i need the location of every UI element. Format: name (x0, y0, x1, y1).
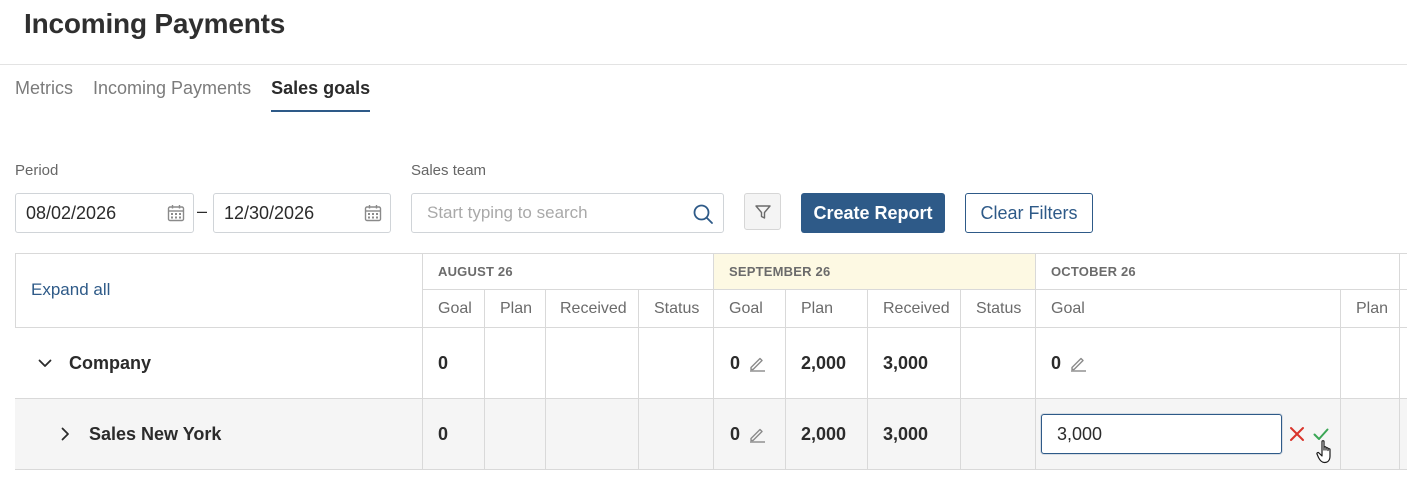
month-header-october: OCTOBER 26 (1051, 264, 1136, 279)
title-divider (0, 64, 1407, 65)
sales-goals-table: Expand all AUGUST 26 SEPTEMBER 26 OCTOBE… (15, 253, 1407, 470)
cell-goal: 0 (438, 423, 449, 444)
column-header-status: Status (654, 299, 700, 317)
pencil-icon[interactable] (748, 354, 766, 372)
pencil-icon[interactable] (748, 425, 766, 443)
expand-all-link[interactable]: Expand all (31, 253, 110, 327)
cell-plan: 2,000 (801, 352, 847, 373)
column-header-goal: Goal (1051, 299, 1085, 317)
column-header-status: Status (976, 299, 1022, 317)
close-icon[interactable] (1288, 425, 1306, 443)
calendar-icon[interactable] (167, 204, 185, 222)
column-header-plan: Plan (801, 299, 834, 317)
row-name: Sales New York (89, 423, 222, 444)
chevron-down-icon[interactable] (37, 355, 53, 371)
tab-bar: Metrics Incoming Payments Sales goals (15, 76, 371, 112)
cell-goal-editable: 0 (730, 328, 766, 398)
tab-metrics[interactable]: Metrics (15, 76, 73, 112)
create-report-button[interactable]: Create Report (801, 193, 945, 233)
cell-received: 3,000 (883, 352, 929, 373)
column-header-received: Received (560, 299, 627, 317)
date-from-value: 08/02/2026 (26, 202, 117, 223)
column-header-plan: Plan (1356, 299, 1389, 317)
cell-goal: 0 (438, 352, 449, 373)
date-to-field[interactable]: 12/30/2026 (213, 193, 391, 233)
column-header-received: Received (883, 299, 950, 317)
tab-sales-goals[interactable]: Sales goals (271, 76, 371, 112)
column-header-goal: Goal (438, 299, 472, 317)
search-icon[interactable] (692, 203, 714, 225)
calendar-icon[interactable] (364, 204, 382, 222)
column-header-goal: Goal (729, 299, 763, 317)
cell-goal-value: 0 (730, 423, 741, 444)
sales-team-search-input[interactable] (411, 193, 724, 233)
date-to-value: 12/30/2026 (224, 202, 315, 223)
pencil-icon[interactable] (1069, 354, 1087, 372)
cell-plan: 2,000 (801, 423, 847, 444)
hand-cursor-icon (1316, 440, 1331, 464)
month-header-september: SEPTEMBER 26 (729, 264, 831, 279)
table-row-company: Company (37, 328, 151, 398)
tab-incoming-payments[interactable]: Incoming Payments (93, 76, 251, 112)
clear-filters-button[interactable]: Clear Filters (965, 193, 1093, 233)
cell-goal-editable: 0 (730, 399, 766, 469)
table-row-sales-new-york: Sales New York (57, 399, 221, 469)
chevron-right-icon[interactable] (57, 426, 73, 442)
period-label: Period (15, 162, 59, 179)
column-header-plan: Plan (500, 299, 533, 317)
date-separator: – (197, 201, 208, 221)
date-from-field[interactable]: 08/02/2026 (15, 193, 194, 233)
goal-edit-input[interactable] (1041, 414, 1282, 454)
sales-team-label: Sales team (411, 162, 487, 179)
cell-goal-value: 0 (730, 352, 741, 373)
row-name: Company (69, 352, 152, 373)
cell-goal-value: 0 (1051, 352, 1062, 373)
cell-goal-editable: 0 (1051, 328, 1087, 398)
month-header-august: AUGUST 26 (438, 264, 513, 279)
page-title: Incoming Payments (24, 8, 286, 39)
cell-received: 3,000 (883, 423, 929, 444)
filter-icon (754, 204, 771, 219)
page: Incoming Payments Metrics Incoming Payme… (0, 0, 1407, 481)
filter-button[interactable] (744, 193, 781, 230)
